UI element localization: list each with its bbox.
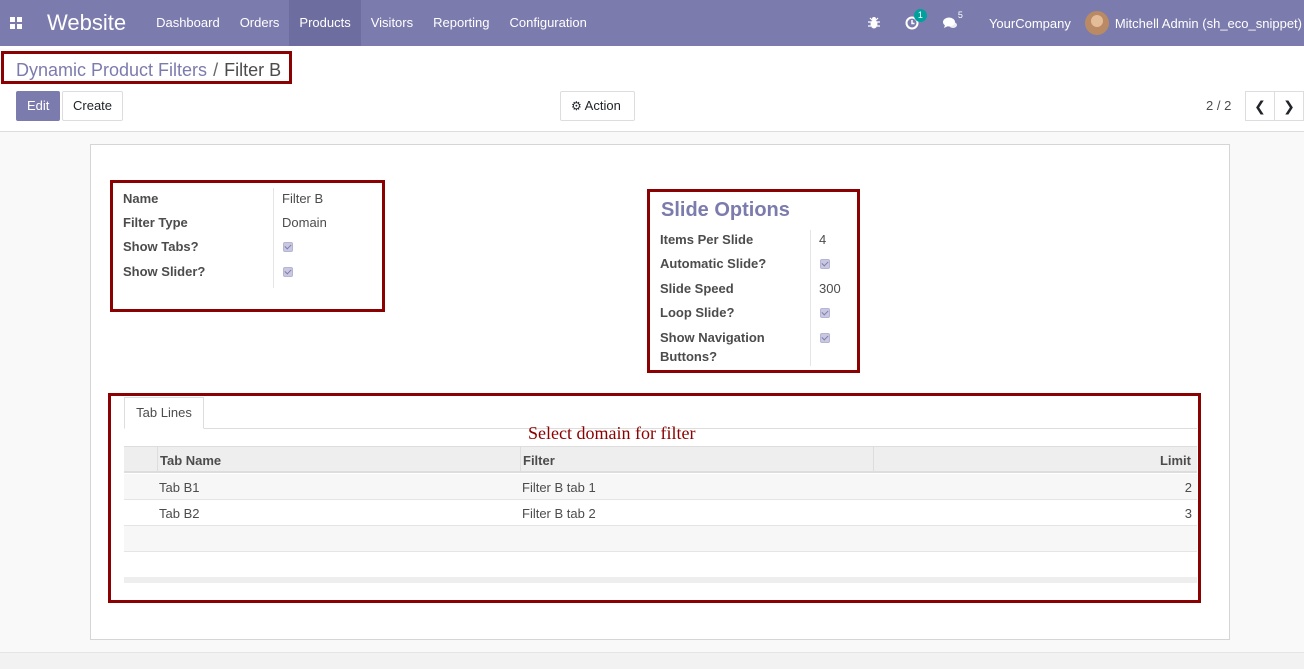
column-header-limit[interactable]: Limit	[1160, 453, 1191, 468]
column-header-filter[interactable]: Filter	[523, 453, 555, 468]
show-slider-label: Show Slider?	[123, 264, 206, 279]
apps-menu-icon[interactable]	[0, 0, 32, 46]
show-navigation-label-line2: Buttons?	[660, 349, 718, 364]
menu-reporting[interactable]: Reporting	[423, 0, 499, 46]
create-button[interactable]: Create	[62, 91, 124, 121]
menu-visitors[interactable]: Visitors	[361, 0, 423, 46]
show-tabs-label: Show Tabs?	[123, 239, 199, 254]
slide-speed-value: 300	[819, 281, 841, 296]
slide-options-divider	[810, 230, 811, 366]
automatic-slide-checkbox[interactable]	[820, 259, 830, 269]
show-slider-checkbox[interactable]	[283, 267, 293, 277]
breadcrumb-separator: /	[213, 60, 219, 80]
name-value: Filter B	[282, 191, 324, 206]
activity-clock-icon[interactable]: 1	[893, 0, 931, 46]
menu-configuration[interactable]: Configuration	[500, 0, 597, 46]
menu-dashboard[interactable]: Dashboard	[146, 0, 230, 46]
messages-count-badge: 5	[957, 10, 963, 20]
show-tabs-checkbox[interactable]	[283, 242, 293, 252]
app-brand[interactable]: Website	[47, 10, 126, 36]
main-menu: Dashboard Orders Products Visitors Repor…	[146, 0, 597, 46]
pager-previous-button[interactable]: ❮	[1245, 91, 1275, 121]
show-navigation-checkbox[interactable]	[820, 333, 830, 343]
loop-slide-label: Loop Slide?	[660, 305, 735, 320]
filter-type-label: Filter Type	[123, 215, 188, 230]
cell-tab-name: Tab B1	[159, 480, 200, 495]
cell-limit: 3	[1184, 506, 1192, 521]
slide-speed-label: Slide Speed	[660, 281, 734, 296]
items-per-slide-value: 4	[819, 232, 827, 247]
user-name: Mitchell Admin (sh_eco_snippet)	[1114, 15, 1302, 31]
name-label: Name	[123, 191, 159, 206]
cell-filter: Filter B tab 1	[522, 480, 596, 495]
bottom-chatter-strip	[0, 652, 1304, 669]
table-empty-row	[124, 552, 1197, 578]
tab-lines-table-header: Tab Name Filter Limit	[124, 446, 1197, 473]
table-row[interactable]: Tab B1 Filter B tab 1 2	[124, 474, 1197, 500]
activity-count-badge: 1	[913, 9, 927, 22]
show-navigation-label-line1: Show Navigation	[660, 330, 765, 345]
slide-options-title: Slide Options	[661, 199, 790, 221]
cell-tab-name: Tab B2	[159, 506, 200, 521]
action-label: Action	[584, 98, 621, 113]
cell-limit: 2	[1184, 480, 1192, 495]
breadcrumb: Dynamic Product Filters / Filter B	[16, 60, 281, 81]
loop-slide-checkbox[interactable]	[820, 308, 830, 318]
chevron-right-icon: ❯	[1283, 97, 1295, 114]
table-empty-row	[124, 526, 1197, 552]
user-menu[interactable]: Mitchell Admin (sh_eco_snippet)	[1084, 11, 1304, 35]
menu-products[interactable]: Products	[289, 0, 361, 46]
header-separator	[520, 447, 521, 472]
header-separator	[157, 447, 158, 472]
control-panel: Dynamic Product Filters / Filter B Edit Cr…	[0, 46, 1304, 132]
edit-button[interactable]: Edit	[16, 91, 61, 121]
pager-next-button[interactable]: ❯	[1274, 91, 1304, 121]
annotation-text: Select domain for filter	[528, 423, 696, 443]
automatic-slide-label: Automatic Slide?	[660, 256, 767, 271]
header-separator	[873, 447, 874, 472]
table-footer	[124, 577, 1197, 583]
gear-icon: ⚙	[571, 99, 582, 113]
tab-lines-tab[interactable]: Tab Lines	[124, 397, 204, 429]
navbar-systray: 1 5 YourCompany Mitchell Admin (sh_eco_s…	[855, 0, 1304, 46]
debug-bug-icon[interactable]	[855, 0, 893, 46]
cell-filter: Filter B tab 2	[522, 506, 596, 521]
table-row[interactable]: Tab B2 Filter B tab 2 3	[124, 500, 1197, 526]
breadcrumb-current: Filter B	[224, 60, 282, 80]
chevron-left-icon: ❮	[1254, 97, 1266, 114]
messages-chat-icon[interactable]: 5	[931, 0, 969, 46]
top-navbar: Website Dashboard Orders Products Visito…	[0, 0, 1304, 46]
filter-type-value: Domain	[282, 215, 327, 230]
main-fields-divider	[273, 188, 274, 288]
pager-value[interactable]: 2 / 2	[1206, 98, 1231, 113]
breadcrumb-parent-link[interactable]: Dynamic Product Filters	[16, 60, 207, 80]
company-switcher[interactable]: YourCompany	[969, 16, 1085, 31]
action-dropdown-button[interactable]: ⚙ Action	[560, 91, 635, 121]
user-avatar	[1084, 11, 1109, 35]
items-per-slide-label: Items Per Slide	[660, 232, 754, 247]
column-header-tab-name[interactable]: Tab Name	[160, 453, 221, 468]
menu-orders[interactable]: Orders	[230, 0, 290, 46]
